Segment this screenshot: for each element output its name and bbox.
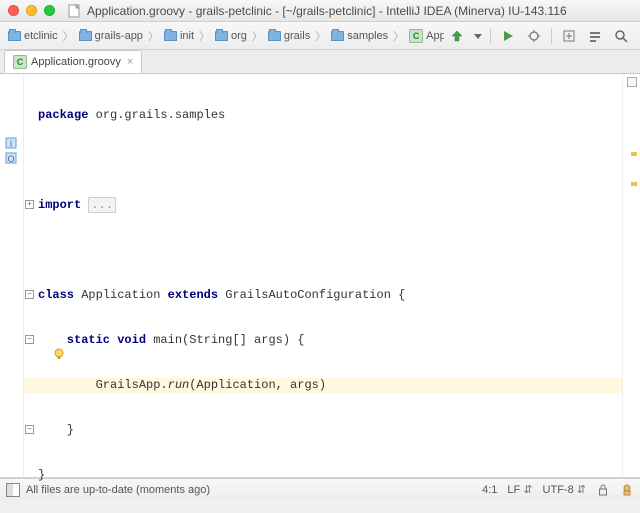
breadcrumb-label: Application bbox=[426, 30, 444, 42]
fold-collapse-icon[interactable]: − bbox=[25, 335, 34, 344]
folded-region[interactable]: ... bbox=[88, 197, 116, 213]
breadcrumb-item[interactable]: init bbox=[160, 28, 198, 44]
folder-icon bbox=[79, 31, 92, 41]
code-text: Application bbox=[74, 288, 168, 302]
close-tab-icon[interactable]: × bbox=[125, 56, 133, 68]
make-project-button[interactable] bbox=[446, 26, 468, 46]
separator bbox=[551, 28, 552, 44]
breadcrumb-item[interactable]: etclinic bbox=[4, 28, 62, 44]
breadcrumb-item[interactable]: samples bbox=[327, 28, 392, 44]
file-type-icon bbox=[67, 4, 81, 18]
code-line: + import ... bbox=[24, 198, 622, 213]
hector-inspections-icon[interactable] bbox=[620, 483, 634, 497]
analysis-status-icon[interactable] bbox=[627, 77, 637, 87]
folder-icon bbox=[164, 31, 177, 41]
editor-gutter[interactable]: I O bbox=[0, 74, 24, 477]
code-text: (Application, args) bbox=[189, 378, 326, 392]
code-line bbox=[24, 153, 622, 168]
window-titlebar: Application.groovy - grails-petclinic - … bbox=[0, 0, 640, 22]
separator bbox=[490, 28, 491, 44]
search-everywhere-button[interactable] bbox=[610, 26, 632, 46]
warning-marker[interactable] bbox=[631, 152, 637, 156]
svg-text:O: O bbox=[7, 154, 14, 164]
breadcrumb: etclinic 〉 grails-app 〉 init 〉 org 〉 gra… bbox=[4, 27, 444, 45]
breadcrumb-label: grails-app bbox=[95, 30, 143, 42]
fold-expand-icon[interactable]: + bbox=[25, 200, 34, 209]
code-line-current: GrailsApp.run(Application, args) bbox=[24, 378, 622, 393]
minimize-window-icon[interactable] bbox=[26, 5, 37, 16]
keyword: import bbox=[38, 198, 81, 212]
project-structure-button[interactable] bbox=[584, 26, 606, 46]
editor-tabs: C Application.groovy × bbox=[0, 50, 640, 74]
fold-collapse-icon[interactable]: − bbox=[25, 290, 34, 299]
code-text: run bbox=[168, 378, 190, 392]
keyword: package bbox=[38, 108, 88, 122]
code-text: org.grails.samples bbox=[88, 108, 225, 122]
editor-area: I O package org.grails.samples + import .… bbox=[0, 74, 640, 478]
breadcrumb-item[interactable]: grails-app bbox=[75, 28, 147, 44]
warning-marker[interactable] bbox=[631, 182, 637, 186]
chevron-right-icon: 〉 bbox=[147, 28, 160, 44]
navigation-toolbar: etclinic 〉 grails-app 〉 init 〉 org 〉 gra… bbox=[0, 22, 640, 50]
overrides-gutter-icon[interactable]: O bbox=[3, 151, 19, 165]
debug-button[interactable] bbox=[523, 26, 545, 46]
chevron-right-icon: 〉 bbox=[392, 28, 405, 44]
code-text: main(String[] args) { bbox=[146, 333, 304, 347]
breadcrumb-label: etclinic bbox=[24, 30, 58, 42]
toolbar-actions bbox=[446, 26, 636, 46]
code-text: GrailsAutoConfiguration { bbox=[218, 288, 405, 302]
window-controls bbox=[8, 5, 55, 16]
editor-error-stripe[interactable] bbox=[622, 74, 640, 477]
code-line: package org.grails.samples bbox=[24, 108, 622, 123]
keyword: static void bbox=[38, 333, 146, 347]
code-line: −class Application extends GrailsAutoCon… bbox=[24, 288, 622, 303]
window-title: Application.groovy - grails-petclinic - … bbox=[87, 4, 567, 18]
breadcrumb-label: org bbox=[231, 30, 247, 42]
breadcrumb-item[interactable]: grails bbox=[264, 28, 314, 44]
intention-bulb-icon[interactable] bbox=[52, 347, 66, 361]
chevron-right-icon: 〉 bbox=[251, 28, 264, 44]
keyword: extends bbox=[168, 288, 218, 302]
editor-tab[interactable]: C Application.groovy × bbox=[4, 50, 142, 73]
chevron-right-icon: 〉 bbox=[198, 28, 211, 44]
chevron-right-icon: 〉 bbox=[314, 28, 327, 44]
folder-icon bbox=[215, 31, 228, 41]
code-text: } bbox=[38, 468, 45, 482]
code-text: } bbox=[38, 423, 74, 437]
keyword: class bbox=[38, 288, 74, 302]
breadcrumb-label: grails bbox=[284, 30, 310, 42]
code-line: − static void main(String[] args) { bbox=[24, 333, 622, 348]
breadcrumb-item[interactable]: C Application bbox=[405, 27, 444, 45]
code-editor[interactable]: package org.grails.samples + import ... −… bbox=[24, 74, 622, 477]
folder-icon bbox=[268, 31, 281, 41]
breadcrumb-label: samples bbox=[347, 30, 388, 42]
code-line: − } bbox=[24, 423, 622, 438]
run-button[interactable] bbox=[497, 26, 519, 46]
code-text: GrailsApp. bbox=[38, 378, 168, 392]
breadcrumb-label: init bbox=[180, 30, 194, 42]
dropdown-button[interactable] bbox=[472, 26, 484, 46]
vcs-update-button[interactable] bbox=[558, 26, 580, 46]
zoom-window-icon[interactable] bbox=[44, 5, 55, 16]
folder-icon bbox=[8, 31, 21, 41]
breadcrumb-item[interactable]: org bbox=[211, 28, 251, 44]
close-window-icon[interactable] bbox=[8, 5, 19, 16]
fold-end-icon[interactable]: − bbox=[25, 425, 34, 434]
folder-icon bbox=[331, 31, 344, 41]
class-icon: C bbox=[13, 55, 27, 69]
code-line bbox=[24, 243, 622, 258]
code-line: } bbox=[24, 468, 622, 483]
tool-windows-toggle-icon[interactable] bbox=[6, 483, 20, 497]
svg-text:I: I bbox=[10, 139, 13, 149]
class-icon: C bbox=[409, 29, 423, 43]
editor-tab-label: Application.groovy bbox=[31, 56, 121, 68]
chevron-right-icon: 〉 bbox=[62, 28, 75, 44]
implements-gutter-icon[interactable]: I bbox=[3, 136, 19, 150]
